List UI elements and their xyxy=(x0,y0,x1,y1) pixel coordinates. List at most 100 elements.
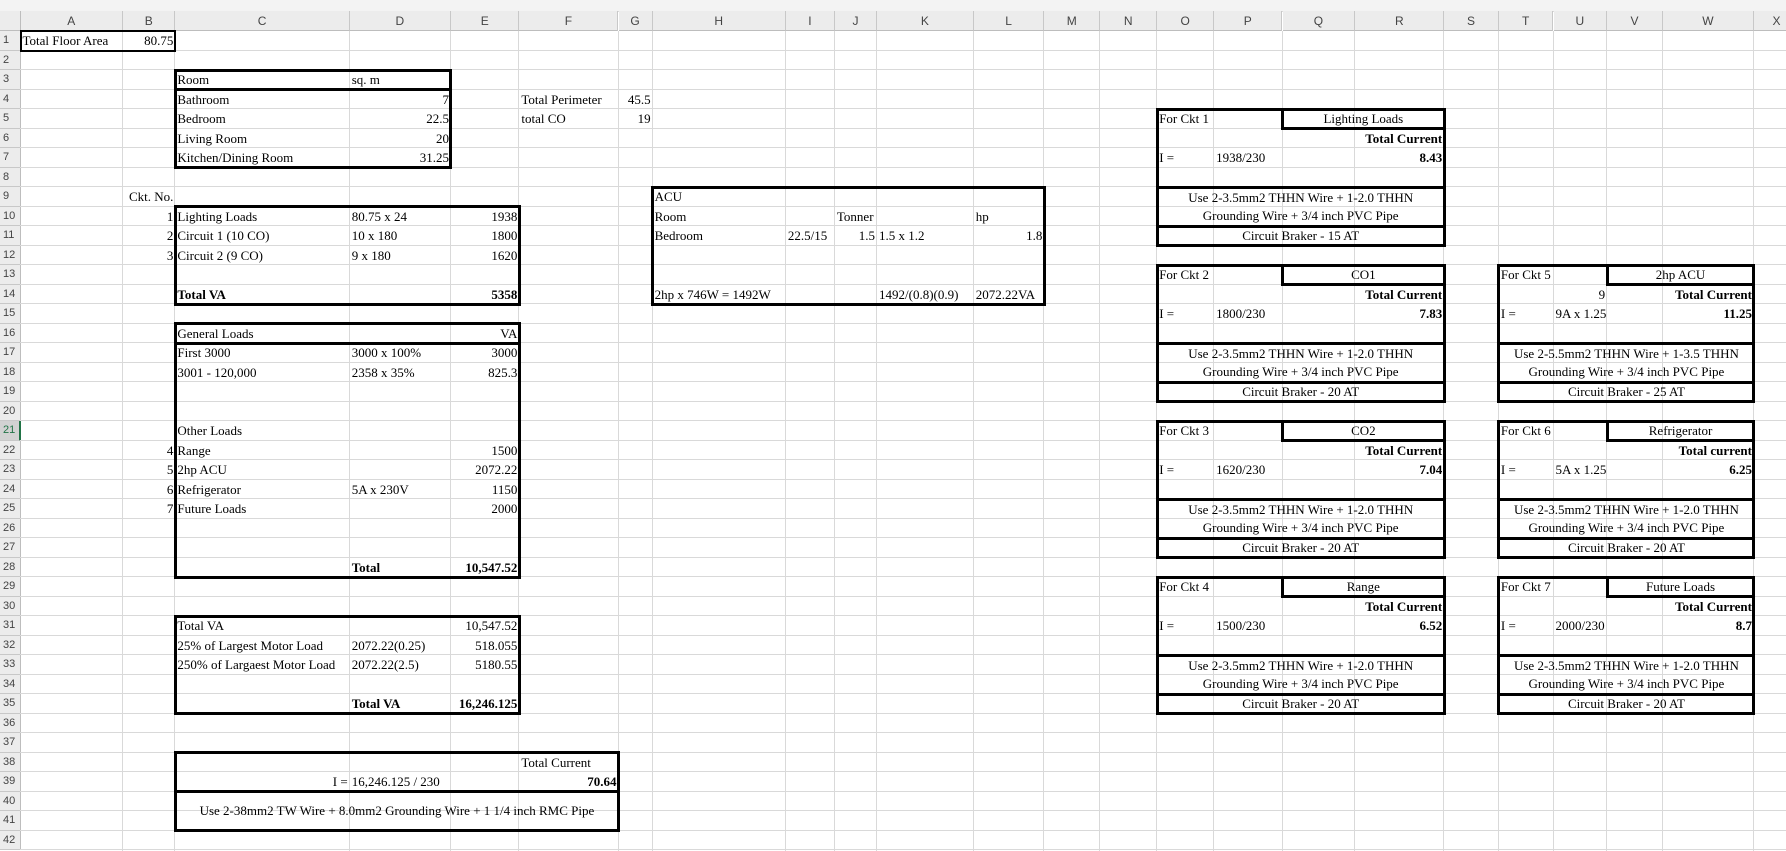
row-header-14[interactable]: 14 xyxy=(0,284,21,304)
other-load-va[interactable]: 2000 xyxy=(451,499,519,519)
acu-hp-label[interactable]: hp xyxy=(974,207,1045,227)
other-loads-header[interactable]: Other Loads xyxy=(175,421,349,441)
row-header-27[interactable]: 27 xyxy=(0,538,21,558)
ckt-wire-spec[interactable]: Use 2-3.5mm2 THHN Wire + 1-2.0 THHN Grou… xyxy=(1499,499,1754,538)
row-header-36[interactable]: 36 xyxy=(0,713,21,733)
total-co-value[interactable]: 19 xyxy=(619,109,653,129)
column-header-a[interactable]: A xyxy=(20,11,123,31)
column-header-c[interactable]: C xyxy=(175,11,350,31)
row-header-1[interactable]: 1 xyxy=(0,31,21,51)
row-header-4[interactable]: 4 xyxy=(0,89,21,109)
row-header-37[interactable]: 37 xyxy=(0,733,21,753)
row-header-30[interactable]: 30 xyxy=(0,596,21,616)
row-header-29[interactable]: 29 xyxy=(0,577,21,597)
circuit-va[interactable]: 1800 xyxy=(451,226,519,246)
row-header-20[interactable]: 20 xyxy=(0,401,21,421)
motor-calc-name[interactable]: 25% of Largest Motor Load xyxy=(175,636,349,656)
ckt-i-label[interactable]: I = xyxy=(1499,460,1554,480)
ckt-i-label[interactable]: I = xyxy=(1157,616,1214,636)
ckt-i-label[interactable]: I = xyxy=(1157,460,1214,480)
circuit-calc[interactable]: 80.75 x 24 xyxy=(350,207,451,227)
row-header-35[interactable]: 35 xyxy=(0,694,21,714)
acu-watts-calc[interactable]: 2hp x 746W = 1492W xyxy=(653,285,786,305)
circuit-number[interactable]: 3 xyxy=(123,246,175,266)
column-header-l[interactable]: L xyxy=(973,11,1045,31)
ckt-load-label[interactable]: 2hp ACU xyxy=(1607,265,1754,285)
row-header-31[interactable]: 31 xyxy=(0,616,21,636)
ckt-total-current-label[interactable]: Total Current xyxy=(1355,129,1444,149)
other-load-number[interactable]: 5 xyxy=(123,460,175,480)
other-load-name[interactable]: 2hp ACU xyxy=(175,460,349,480)
column-header-b[interactable]: B xyxy=(123,11,176,31)
ckt-total-current-label[interactable]: Total Current xyxy=(1355,285,1444,305)
circuit-name[interactable]: Lighting Loads xyxy=(175,207,349,227)
general-load-name[interactable]: First 3000 xyxy=(175,343,349,363)
row-header-3[interactable]: 3 xyxy=(0,70,21,90)
room-area[interactable]: 22.5 xyxy=(350,109,451,129)
ckt-total-current-label[interactable]: Total Current xyxy=(1355,597,1444,617)
ckt-formula[interactable]: 1938/230 xyxy=(1214,148,1282,168)
row-header-42[interactable]: 42 xyxy=(0,830,21,850)
column-header-q[interactable]: Q xyxy=(1282,11,1356,31)
acu-hp[interactable]: 1.8 xyxy=(974,226,1045,246)
column-header-o[interactable]: O xyxy=(1157,11,1215,31)
acu-ratio[interactable]: 22.5/15 xyxy=(786,226,835,246)
general-load-calc[interactable]: 3000 x 100% xyxy=(350,343,451,363)
row-header-6[interactable]: 6 xyxy=(0,128,21,148)
row-header-8[interactable]: 8 xyxy=(0,167,21,187)
ckt-breaker[interactable]: Circuit Braker - 20 AT xyxy=(1499,694,1754,714)
motor-calc-total-label[interactable]: Total VA xyxy=(350,694,451,714)
row-header-25[interactable]: 25 xyxy=(0,499,21,519)
select-all-corner[interactable] xyxy=(0,11,21,31)
ckt-breaker[interactable]: Circuit Braker - 20 AT xyxy=(1157,694,1444,714)
ckt-breaker[interactable]: Circuit Braker - 20 AT xyxy=(1157,382,1444,402)
general-loads-total-label[interactable]: Total xyxy=(350,558,451,578)
ckt-formula[interactable]: 2000/230 xyxy=(1554,616,1608,636)
ckt-title[interactable]: For Ckt 3 xyxy=(1157,421,1214,441)
ckt-i-label[interactable]: I = xyxy=(1499,616,1554,636)
other-load-va[interactable]: 1150 xyxy=(451,480,519,500)
room-area[interactable]: 31.25 xyxy=(350,148,451,168)
ckt-i-label[interactable]: I = xyxy=(1499,304,1554,324)
ckt-load-label[interactable]: Refrigerator xyxy=(1607,421,1754,441)
room-name[interactable]: Kitchen/Dining Room xyxy=(175,148,349,168)
ckt-i-label[interactable]: I = xyxy=(1157,304,1214,324)
ckt-title[interactable]: For Ckt 6 xyxy=(1499,421,1554,441)
column-header-t[interactable]: T xyxy=(1498,11,1554,31)
ckt-title[interactable]: For Ckt 1 xyxy=(1157,109,1214,129)
ckt-load-label[interactable]: CO1 xyxy=(1283,265,1445,285)
row-header-18[interactable]: 18 xyxy=(0,362,21,382)
other-load-number[interactable]: 4 xyxy=(123,441,175,461)
circuit-calc[interactable]: 10 x 180 xyxy=(350,226,451,246)
column-header-w[interactable]: W xyxy=(1662,11,1754,31)
other-load-name[interactable]: Range xyxy=(175,441,349,461)
motor-calc-name[interactable]: Total VA xyxy=(175,616,349,636)
circuit-number[interactable]: 2 xyxy=(123,226,175,246)
ckt-formula[interactable]: 1620/230 xyxy=(1214,460,1282,480)
ckt-wire-spec[interactable]: Use 2-5.5mm2 THHN Wire + 1-3.5 THHN Grou… xyxy=(1499,343,1754,382)
rooms-header-area[interactable]: sq. m xyxy=(350,70,451,90)
circuit-number[interactable]: 1 xyxy=(123,207,175,227)
main-formula[interactable]: 16,246.125 / 230 xyxy=(350,772,451,792)
column-header-i[interactable]: I xyxy=(785,11,835,31)
column-header-r[interactable]: R xyxy=(1355,11,1445,31)
row-header-19[interactable]: 19 xyxy=(0,382,21,402)
motor-calc-va[interactable]: 5180.55 xyxy=(451,655,519,675)
row-header-9[interactable]: 9 xyxy=(0,187,21,207)
total-co-label[interactable]: total CO xyxy=(519,109,618,129)
ckt-i-label[interactable]: I = xyxy=(1157,148,1214,168)
ckt-formula[interactable]: 5A x 1.25 xyxy=(1554,460,1608,480)
row-header-21[interactable]: 21 xyxy=(0,421,21,441)
ckt-current[interactable]: 6.25 xyxy=(1663,460,1754,480)
column-header-p[interactable]: P xyxy=(1214,11,1283,31)
motor-calc-formula[interactable]: 2072.22(2.5) xyxy=(350,655,451,675)
column-header-u[interactable]: U xyxy=(1553,11,1608,31)
ckt-wire-spec[interactable]: Use 2-3.5mm2 THHN Wire + 1-2.0 THHN Grou… xyxy=(1157,187,1444,226)
ckt-title[interactable]: For Ckt 2 xyxy=(1157,265,1214,285)
main-wire-spec[interactable]: Use 2-38mm2 TW Wire + 8.0mm2 Grounding W… xyxy=(175,792,618,831)
acu-room[interactable]: Bedroom xyxy=(653,226,786,246)
row-header-32[interactable]: 32 xyxy=(0,635,21,655)
other-load-va[interactable]: 2072.22 xyxy=(451,460,519,480)
other-load-number[interactable]: 7 xyxy=(123,499,175,519)
main-i-label[interactable]: I = xyxy=(175,772,349,792)
